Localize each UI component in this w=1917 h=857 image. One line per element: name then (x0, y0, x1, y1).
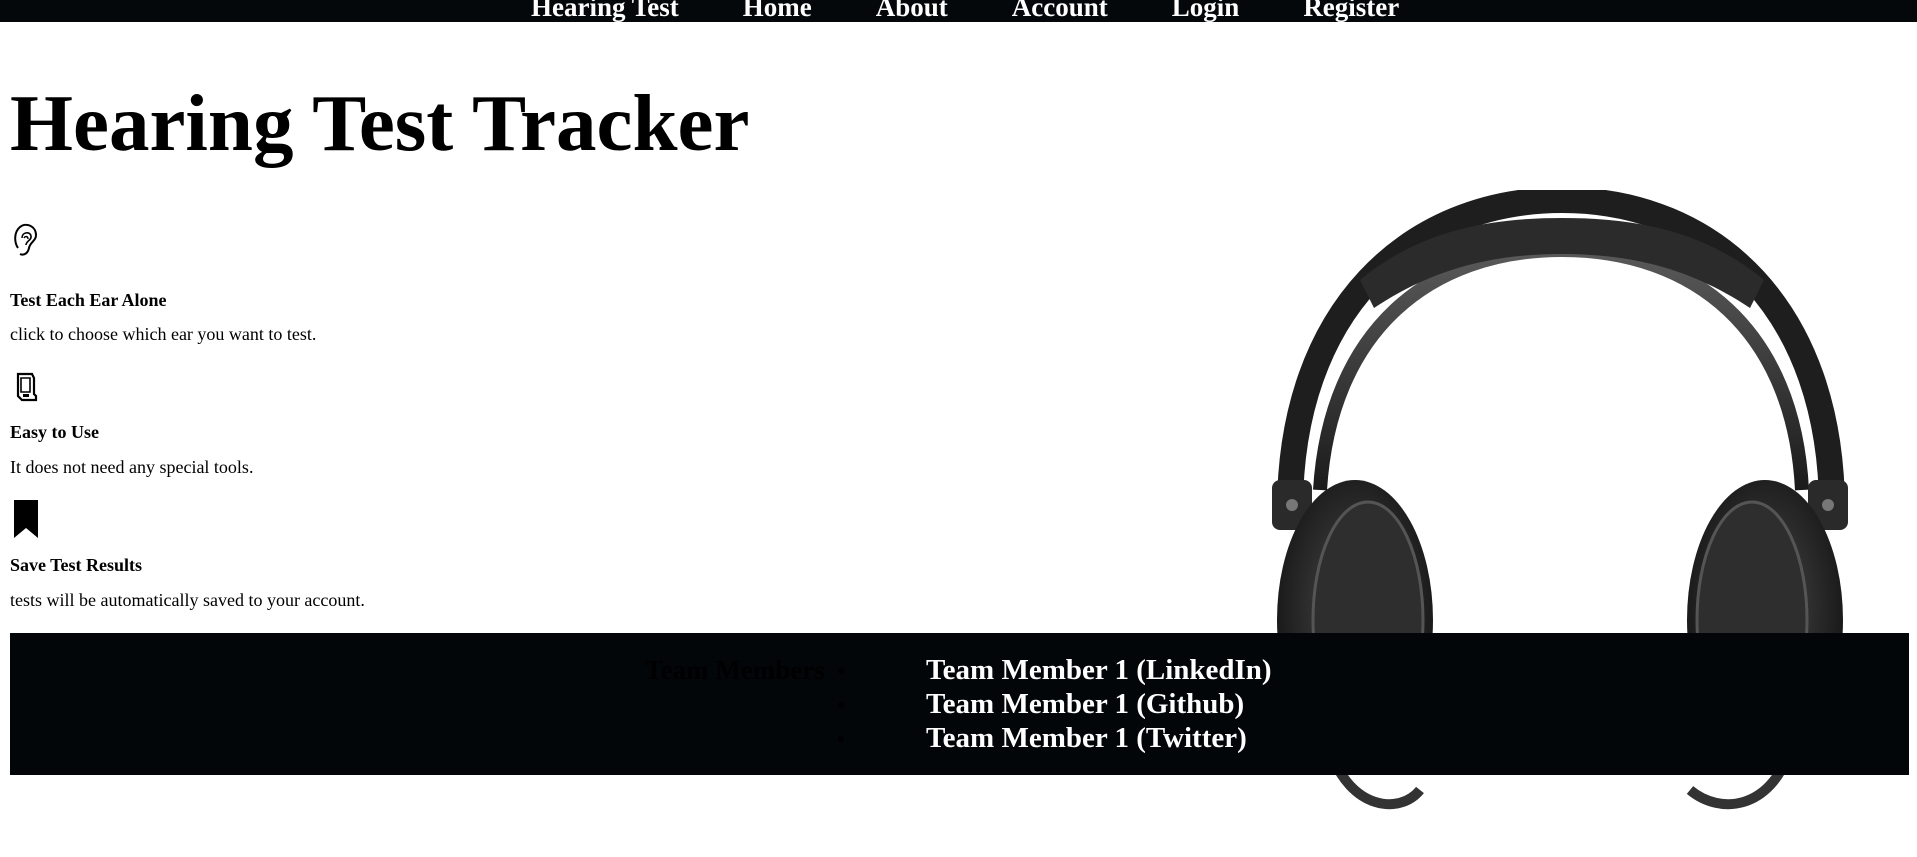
team-members-heading: Team Members (645, 655, 825, 685)
feature-description: tests will be automatically saved to you… (10, 590, 365, 610)
list-item: Team Member 1 (Github) (838, 687, 1272, 721)
feature-description: click to choose which ear you want to te… (10, 324, 317, 344)
bullet-icon (838, 736, 844, 742)
ear-icon (10, 220, 42, 265)
nav-link-login[interactable]: Login (1172, 0, 1240, 22)
top-navbar: Hearing Test Home About Account Login Re… (0, 0, 1917, 22)
list-item: Team Member 1 (LinkedIn) (838, 653, 1272, 687)
feature-heading: Easy to Use (10, 422, 99, 442)
bullet-icon (838, 668, 844, 674)
nav-link-register[interactable]: Register (1303, 0, 1399, 22)
nav-link-account[interactable]: Account (1012, 0, 1108, 22)
feature-heading: Save Test Results (10, 555, 143, 575)
nav-link-home[interactable]: Home (743, 0, 812, 22)
nav-link-about[interactable]: About (876, 0, 948, 22)
list-item: Team Member 1 (Twitter) (838, 721, 1272, 755)
nav-items: Hearing Test Home About Account Login Re… (531, 0, 1463, 22)
nav-link-hearing-test[interactable]: Hearing Test (531, 0, 679, 22)
footer: Team Members Team Member 1 (LinkedIn) Te… (10, 633, 1909, 775)
team-member-twitter-link[interactable]: Team Member 1 (Twitter) (926, 722, 1247, 754)
bookmark-icon (10, 500, 42, 545)
page: Hearing Test Home About Account Login Re… (0, 0, 1917, 857)
feature-heading: Test Each Ear Alone (10, 290, 167, 310)
hand-pointer-icon (10, 370, 42, 409)
page-title: Hearing Test Tracker (10, 78, 750, 168)
bullet-icon (838, 702, 844, 708)
team-member-linkedin-link[interactable]: Team Member 1 (LinkedIn) (926, 654, 1272, 686)
feature-description: It does not need any special tools. (10, 457, 254, 477)
team-member-github-link[interactable]: Team Member 1 (Github) (926, 688, 1244, 720)
team-links-list: Team Member 1 (LinkedIn) Team Member 1 (… (838, 653, 1272, 755)
